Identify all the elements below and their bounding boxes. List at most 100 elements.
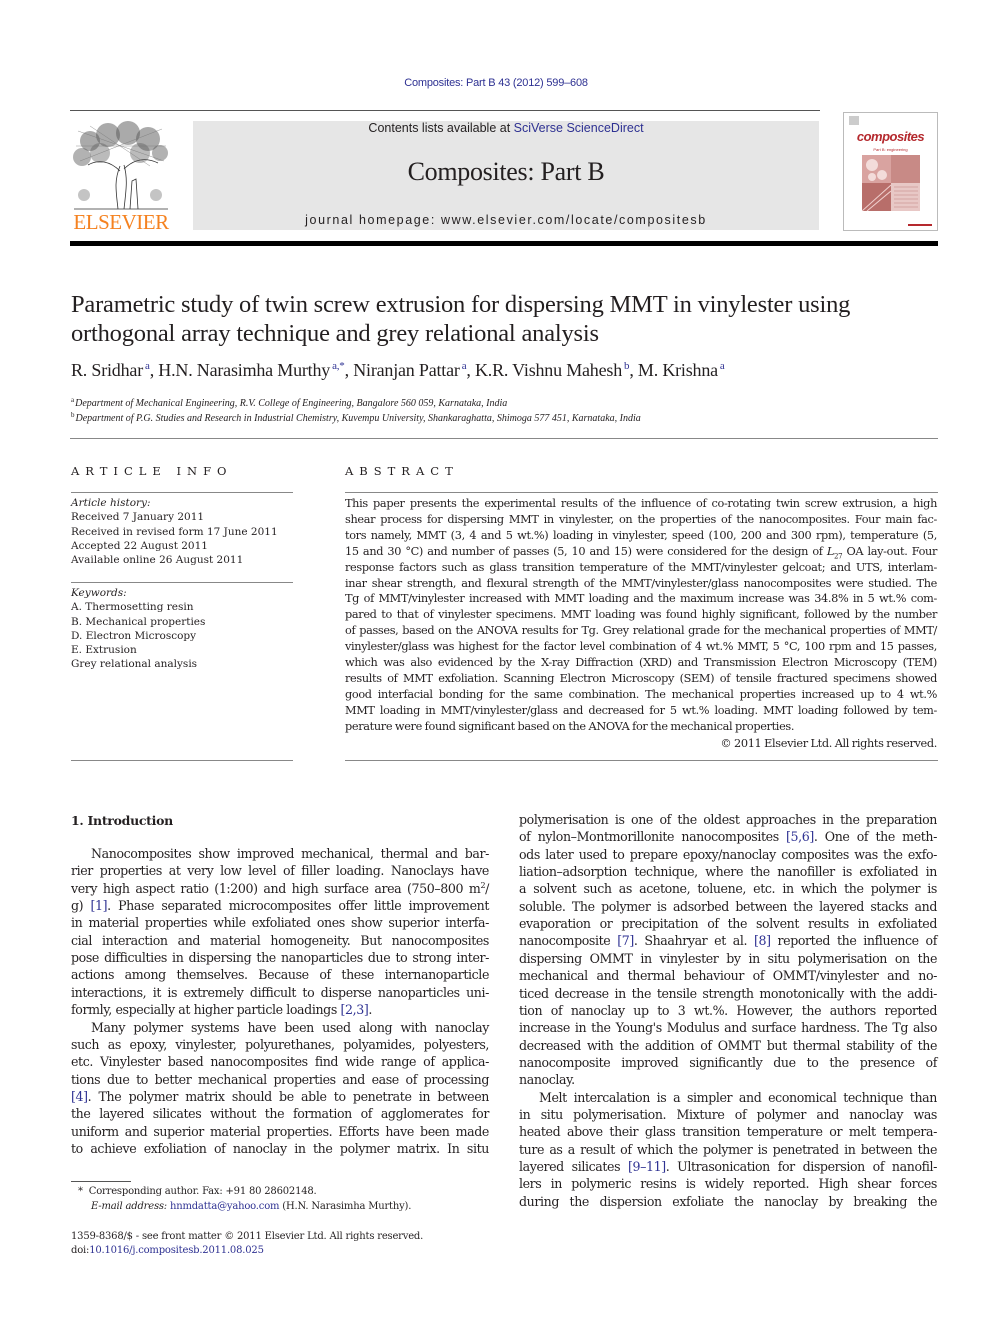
citation-link[interactable]: [5,6] (786, 829, 814, 844)
doi-link[interactable]: 10.1016/j.compositesb.2011.08.025 (89, 1245, 264, 1256)
front-matter-note: 1359-8368/$ - see front matter © 2011 El… (71, 1231, 424, 1242)
body-text-line: nanocomposite [7]. Shaahryar et al. [8] … (519, 933, 937, 949)
abstract-line: of passes, based on the ANOVA results fo… (345, 624, 937, 638)
citation-link[interactable]: [1] (91, 898, 108, 913)
citation-link[interactable]: [2,3] (341, 1002, 369, 1017)
article-history: Article history: Received 7 January 2011… (71, 496, 293, 567)
body-text-line: Nanocomposites show improved mechanical,… (91, 846, 489, 861)
abstract-copyright: © 2011 Elsevier Ltd. All rights reserved… (720, 737, 937, 750)
abstract-line: shear process for dispersing MMT in viny… (345, 512, 937, 526)
body-text-line: tion of nanoclay up to 3 wt.%. However, … (519, 1002, 937, 1018)
author[interactable]: R. Sridhar a (71, 360, 150, 380)
elsevier-logo[interactable]: ELSEVIER (70, 121, 172, 233)
affiliation-mark[interactable]: a (720, 360, 725, 372)
body-text-line: liation–adsorption technique, where the … (519, 864, 937, 880)
running-head[interactable]: Composites: Part B 43 (2012) 599–608 (0, 77, 992, 89)
author[interactable]: M. Krishna a (638, 360, 725, 380)
body-text-line: g) [1]. Phase separated microcomposites … (71, 898, 489, 914)
article-info-rule (71, 492, 293, 493)
abstract-line: results of MMT exfoliation. Scanning Ele… (345, 671, 937, 685)
cover-publisher-icon (849, 116, 859, 125)
keyword: A. Thermosetting resin (71, 601, 194, 614)
history-accepted: Accepted 22 August 2011 (71, 539, 208, 552)
abstract-line: Tg of MMT/vinylester increased with MMT … (345, 592, 937, 606)
body-text-line: during the dispersion exfoliate the nano… (519, 1193, 937, 1209)
body-text-line: to achieve exfoliation of nanoclay in th… (71, 1140, 489, 1156)
body-text-line: layered silicates [9–11]. Ultrasonicatio… (519, 1159, 937, 1174)
header-bottom-rule (70, 241, 938, 246)
body-text-line: Melt intercalation is a simpler and econ… (539, 1089, 937, 1105)
abstract-line: tors namely, MMT (3, 4 and 5 wt.%) loadi… (345, 528, 937, 542)
abstract-line: MMT loading in MMT/vinylester/glass and … (345, 703, 937, 717)
author[interactable]: Niranjan Pattar a (353, 360, 466, 380)
body-text-line: ods later used to prepare epoxy/nanoclay… (519, 846, 937, 862)
body-text-line: Many polymer systems have been used alon… (91, 1019, 489, 1035)
abstract-line: pared to that of vinylester specimens. M… (345, 608, 937, 622)
abstract-line: which was also evidenced by the X-ray Di… (345, 656, 937, 669)
body-text-line: nanocomposite improved significantly due… (519, 1054, 937, 1070)
body-text-line: lers in polymeric resins is widely repor… (519, 1176, 937, 1192)
affiliation-mark[interactable]: b (624, 360, 630, 372)
journal-banner: Contents lists available at SciVerse Sci… (193, 121, 819, 230)
body-text-line: rier properties at very low level of fil… (71, 863, 489, 879)
keyword: E. Extrusion (71, 644, 137, 657)
affiliation-divider (70, 438, 938, 439)
citation-link[interactable]: [9–11] (628, 1159, 666, 1174)
body-text-line: dispersing OMMT in vinylester by in situ… (519, 950, 937, 966)
abstract-line: 15 and 30 °C) and number of passes (5, 1… (345, 544, 937, 560)
body-text-line: of nylon–Montmorillonite nanocomposites … (519, 829, 937, 845)
article-title: Parametric study of twin screw extrusion… (71, 291, 851, 347)
article-info-heading: ARTICLE INFO (71, 464, 233, 478)
affiliation-mark[interactable]: a (145, 360, 150, 372)
footnote-rule (71, 1181, 131, 1182)
journal-cover-thumbnail[interactable]: composites Part B: engineering (843, 112, 938, 231)
contents-availability: Contents lists available at SciVerse Sci… (368, 121, 644, 135)
email-note: E-mail address: hnmdatta@yahoo.com (H.N.… (91, 1201, 412, 1212)
affiliation-a: aDepartment of Mechanical Engineering, R… (71, 396, 508, 409)
keyword: Grey relational analysis (71, 658, 198, 671)
body-text-line: such as epoxy, vinylester, polyurethanes… (71, 1036, 489, 1052)
abstract-line: response factors such as glass transitio… (345, 560, 937, 574)
abstract-line: inar shear strength, and flexural streng… (345, 576, 937, 590)
abstract-line: perature were found significant based on… (345, 719, 795, 733)
body-text-line: very high aspect ratio (1:200) and high … (71, 880, 489, 896)
email-link[interactable]: hnmdatta@yahoo.com (170, 1201, 280, 1212)
body-text-line: increase in the Young's Modulus and surf… (519, 1020, 937, 1036)
citation-link[interactable]: [4] (71, 1089, 88, 1104)
citation-link[interactable]: [8] (754, 933, 771, 948)
affiliation-mark[interactable]: a (462, 360, 467, 372)
abstract-line: This paper presents the experimental res… (345, 497, 937, 510)
body-text-line: soluble. The polymer is adsorbed between… (519, 898, 937, 914)
body-text-line: the layered silicates without the format… (71, 1106, 489, 1122)
body-text-line: mechanical and thermal behaviour of OMMT… (519, 968, 937, 984)
abstract-heading: ABSTRACT (345, 464, 459, 478)
elsevier-tree-icon (73, 121, 168, 210)
article-info-bottom-rule (71, 760, 293, 761)
body-text-line: etc. Vinylester based nanocomposites fin… (71, 1054, 489, 1070)
affiliation-mark[interactable]: a,* (332, 360, 345, 372)
author-list: R. Sridhar a, H.N. Narasimha Murthy a,*, N… (71, 360, 725, 380)
body-text-line: nanoclay. (519, 1072, 575, 1088)
body-text-line: formly, especially at higher particle lo… (71, 1002, 372, 1018)
cover-footer-mark (908, 224, 932, 226)
history-online: Available online 26 August 2011 (71, 554, 244, 567)
body-text-line: decreased with the addition of OMMT but … (519, 1037, 937, 1053)
elsevier-wordmark: ELSEVIER (73, 210, 169, 234)
doi-note: doi:10.1016/j.compositesb.2011.08.025 (71, 1245, 264, 1256)
abstract-line: vinylester/glass was highest for the fac… (345, 640, 937, 654)
body-text-line: heated above their glass transition temp… (519, 1124, 937, 1140)
journal-homepage[interactable]: journal homepage: www.elsevier.com/locat… (193, 213, 819, 227)
body-text-line: interactions, it is extremely difficult … (71, 984, 489, 1000)
history-received: Received 7 January 2011 (71, 511, 205, 524)
body-text-line: polymerisation is one of the oldest appr… (519, 812, 937, 827)
author[interactable]: H.N. Narasimha Murthy a,* (158, 360, 345, 380)
sciencedirect-link[interactable]: SciVerse ScienceDirect (514, 121, 644, 135)
keyword: B. Mechanical properties (71, 615, 206, 628)
abstract-line: good interfacial bonding for the same co… (345, 687, 937, 701)
body-text-line: pose difficulties in dispersing the nano… (71, 950, 489, 966)
author[interactable]: K.R. Vishnu Mahesh b (475, 360, 630, 380)
abstract-rule (345, 492, 938, 493)
abstract-bottom-rule (345, 760, 938, 761)
body-text-line: [4]. The polymer matrix should be able t… (71, 1088, 489, 1104)
citation-link[interactable]: [7] (617, 933, 634, 948)
